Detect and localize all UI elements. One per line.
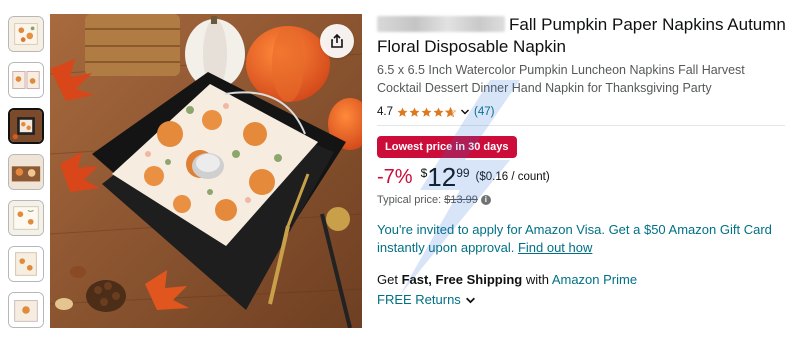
thumbnail-2-image bbox=[9, 63, 43, 97]
divider bbox=[377, 125, 785, 126]
unit-price: ($0.16 / count) bbox=[475, 171, 550, 183]
visa-promo: You're invited to apply for Amazon Visa.… bbox=[377, 221, 787, 257]
info-icon[interactable]: i bbox=[480, 195, 491, 205]
thumbnail-1[interactable] bbox=[8, 16, 44, 52]
price-currency: $ bbox=[420, 166, 428, 180]
product-subtitle: 6.5 x 6.5 Inch Watercolor Pumpkin Lunche… bbox=[377, 63, 745, 95]
product-photo bbox=[50, 14, 362, 328]
star-half-icon bbox=[445, 106, 456, 117]
thumbnail-5-image bbox=[9, 201, 43, 235]
free-returns-label: FREE Returns bbox=[377, 292, 461, 307]
thumbnail-4[interactable] bbox=[8, 154, 44, 190]
star-full-icon bbox=[433, 107, 444, 117]
shipping-info: Get Fast, Free Shipping with Amazon Prim… bbox=[377, 271, 787, 289]
brand-name-redacted bbox=[377, 16, 505, 32]
share-icon bbox=[331, 33, 343, 48]
find-out-how-link[interactable]: Find out how bbox=[518, 240, 592, 255]
product-info: Fall Pumpkin Paper Napkins Autumn Floral… bbox=[377, 14, 787, 309]
thumbnail-5[interactable] bbox=[8, 200, 44, 236]
deal-badge: Lowest price in 30 days bbox=[377, 136, 517, 158]
chevron-down-icon[interactable] bbox=[460, 107, 470, 117]
price-whole: 12 bbox=[427, 162, 457, 192]
star-rating[interactable] bbox=[397, 106, 456, 118]
price-row: -7% $ 12 99 ($0.16 / count) bbox=[377, 164, 787, 190]
typical-price-value: $13.99 bbox=[444, 194, 478, 206]
main-product-image[interactable] bbox=[50, 14, 362, 328]
price-fraction: 99 bbox=[456, 166, 470, 180]
thumbnail-6-image bbox=[9, 247, 43, 281]
thumbnail-6[interactable] bbox=[8, 246, 44, 282]
star-full-icon bbox=[409, 107, 420, 117]
current-price: $ 12 99 bbox=[421, 164, 470, 190]
free-returns-link[interactable]: FREE Returns bbox=[377, 291, 787, 309]
share-button[interactable] bbox=[320, 24, 354, 58]
amazon-prime-link[interactable]: Amazon Prime bbox=[552, 272, 637, 287]
chevron-down-icon bbox=[465, 297, 475, 303]
shipping-middle: with bbox=[522, 272, 552, 287]
review-count-link[interactable]: (47) bbox=[474, 106, 494, 118]
thumbnail-7-image bbox=[9, 293, 43, 327]
shipping-prefix: Get bbox=[377, 272, 402, 287]
product-title[interactable]: Fall Pumpkin Paper Napkins Autumn Floral… bbox=[377, 14, 787, 58]
thumbnail-1-image bbox=[9, 17, 43, 51]
typical-price-label: Typical price: bbox=[377, 194, 442, 206]
discount-percent: -7% bbox=[377, 166, 413, 188]
thumbnail-7[interactable] bbox=[8, 292, 44, 328]
thumbnail-2[interactable] bbox=[8, 62, 44, 98]
thumbnail-3-image bbox=[10, 110, 42, 142]
shipping-highlight: Fast, Free Shipping bbox=[401, 272, 523, 287]
rating-row: 4.7 (47) bbox=[377, 106, 787, 118]
thumbnail-3[interactable] bbox=[8, 108, 44, 144]
thumbnail-4-image bbox=[9, 155, 43, 189]
star-full-icon bbox=[397, 107, 408, 117]
typical-price-row: Typical price: $13.99 i bbox=[377, 194, 787, 206]
star-full-icon bbox=[421, 107, 432, 117]
rating-value: 4.7 bbox=[377, 106, 393, 118]
thumbnail-strip bbox=[8, 16, 48, 338]
